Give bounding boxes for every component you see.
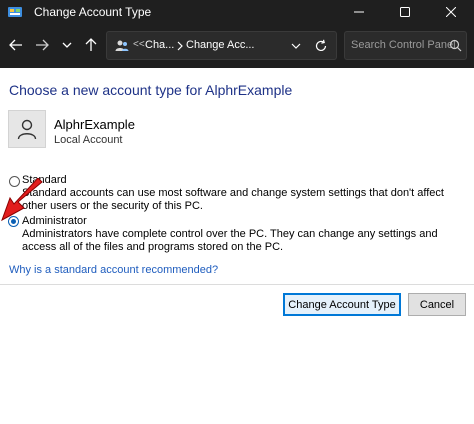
standard-description: Standard accounts can use most software …	[22, 187, 444, 212]
address-bar[interactable]: << Cha... Change Acc...	[106, 31, 337, 60]
search-icon[interactable]	[449, 39, 462, 52]
up-button[interactable]	[80, 34, 102, 56]
administrator-description: Administrators have complete control ove…	[22, 228, 438, 253]
change-account-type-button[interactable]: Change Account Type	[283, 293, 401, 316]
cancel-button[interactable]: Cancel	[408, 293, 466, 316]
arrow-left-icon	[9, 39, 22, 51]
breadcrumb-item-current[interactable]: Change Acc...	[186, 39, 255, 51]
back-button[interactable]	[5, 34, 27, 56]
window-title: Change Account Type	[34, 5, 152, 19]
forward-button[interactable]	[31, 34, 53, 56]
maximize-button[interactable]	[382, 0, 428, 24]
user-name: AlphrExample	[54, 117, 135, 132]
recent-locations-button[interactable]	[56, 34, 78, 56]
close-button[interactable]	[428, 0, 474, 24]
address-dropdown-icon[interactable]	[289, 39, 303, 53]
arrow-up-icon	[85, 38, 97, 51]
chevron-down-icon	[62, 42, 72, 48]
title-bar: Change Account Type	[0, 0, 474, 24]
search-box[interactable]: Search Control Panel	[344, 31, 467, 60]
minimize-button[interactable]	[336, 0, 382, 24]
red-arrow-annotation-icon	[1, 178, 43, 222]
avatar	[8, 110, 46, 148]
divider	[0, 284, 474, 285]
help-link[interactable]: Why is a standard account recommended?	[9, 264, 218, 276]
refresh-icon[interactable]	[313, 38, 329, 54]
control-panel-icon	[7, 4, 23, 20]
users-icon	[114, 38, 130, 54]
page-title: Choose a new account type for AlphrExamp…	[9, 82, 293, 98]
search-placeholder: Search Control Panel	[351, 39, 456, 51]
arrow-right-icon	[36, 39, 49, 51]
navigation-bar: << Cha... Change Acc... Search Control P…	[0, 24, 474, 68]
breadcrumb-item[interactable]: Cha...	[145, 39, 174, 51]
breadcrumb-overflow[interactable]: <<	[133, 39, 145, 50]
chevron-right-icon	[176, 40, 184, 52]
user-icon	[17, 119, 37, 140]
account-type-label: Local Account	[54, 134, 123, 146]
